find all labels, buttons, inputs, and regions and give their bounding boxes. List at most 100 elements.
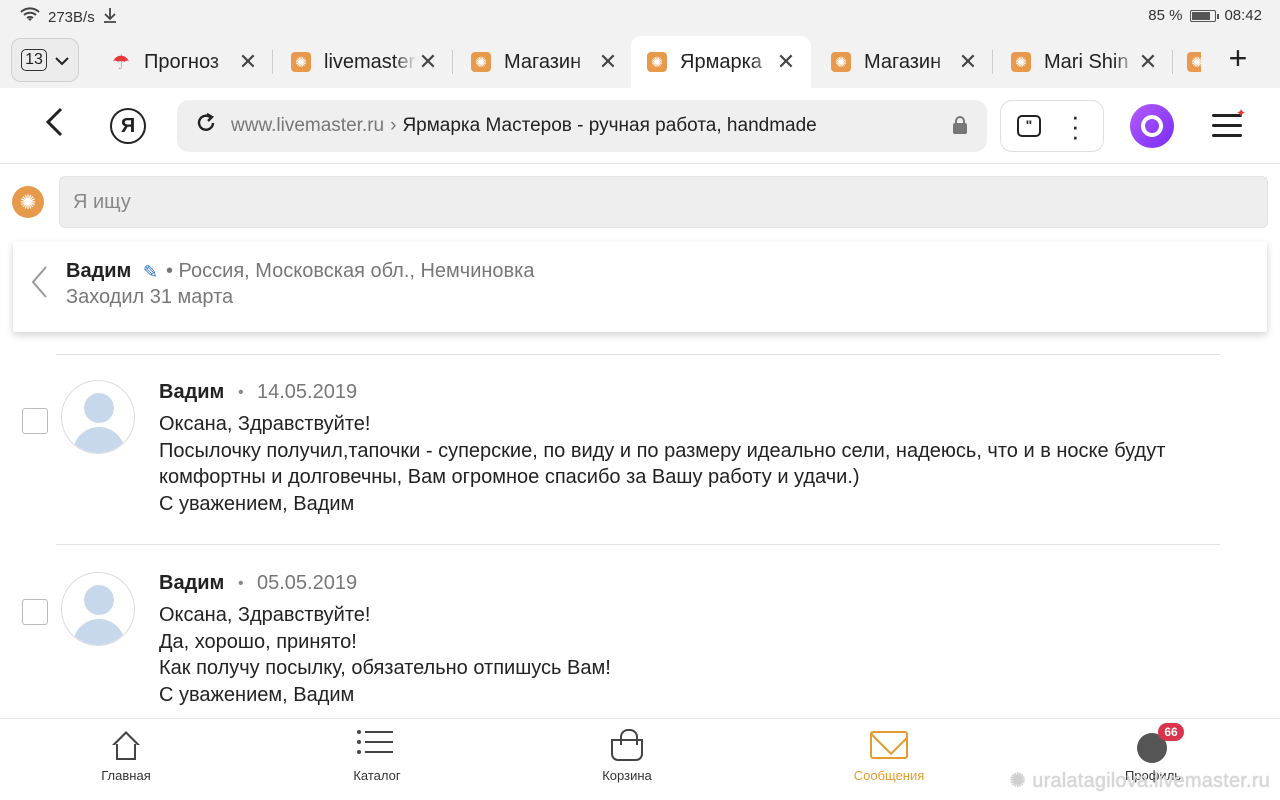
tab-4[interactable]: ✺ Ярмарка ✕ [631,36,811,88]
back-button[interactable] [36,106,72,147]
message-line: Посылочку получил,тапочки - суперские, п… [159,439,1166,489]
tab-switcher-button[interactable]: 13 [11,38,79,82]
home-icon [110,731,142,761]
battery-percent: 85 % [1148,7,1183,24]
shopping-bag-icon [611,729,643,761]
network-speed: 273B/s [48,8,95,26]
livemaster-icon: ✺ [1187,52,1201,72]
nav-home[interactable]: Главная [66,719,186,800]
close-tab-icon[interactable]: ✕ [775,49,797,75]
tab-6[interactable]: ✺ Mari Shin ✕ [995,36,1173,88]
tab-title: Mari Shin [1044,50,1129,73]
message-line: Да, хорошо, принято! [159,630,357,653]
message-date: 14.05.2019 [257,381,358,403]
nav-catalog-label: Каталог [353,768,401,783]
site-search-row: ✺ [0,164,1280,240]
message-dot: • [238,575,244,592]
site-search-input[interactable] [59,176,1268,228]
tab-title: Магазин [504,50,582,73]
message-text: Оксана, Здравствуйте! Посылочку получил,… [159,411,1219,517]
quote-icon[interactable]: " [1017,115,1041,137]
close-tab-icon[interactable]: ✕ [1137,49,1159,75]
chevron-down-icon [55,50,69,71]
download-icon [103,7,117,27]
battery-icon [1190,9,1220,22]
address-bar[interactable]: www.livemaster.ru › Ярмарка Мастеров - р… [177,100,987,152]
nav-home-label: Главная [101,768,151,783]
message-divider [56,544,1220,545]
yandex-icon: Я [120,114,136,137]
close-tab-icon[interactable]: ✕ [957,49,979,75]
message-line: С уважением, Вадим [159,492,355,515]
tab-overflow[interactable]: ✺ [1171,36,1201,88]
alice-assistant-button[interactable] [1130,104,1174,148]
tab-3[interactable]: ✺ Магазин ✕ [455,36,633,88]
tab-strip: 13 ☂ Прогноз ✕ ✺ livemaster ✕ ✺ Магазин ✕ ✺ Ярмарк… [0,32,1280,88]
livemaster-icon: ✺ [1011,52,1031,72]
toolbar-actions: " · · · [1000,100,1104,152]
url-host: www.livemaster.ru [231,115,385,136]
clock: 08:42 [1224,7,1262,24]
lock-icon[interactable] [953,116,967,134]
watermark-text: uralatagilova.livemaster.ru [1032,770,1270,792]
tab-count: 13 [21,49,47,71]
message-author[interactable]: Вадим [159,381,224,404]
pencil-icon[interactable]: ✎ [143,262,158,283]
contact-location: • Россия, Московская обл., Немчиновка [166,260,535,282]
tab-title: livemaster [324,50,416,73]
message-list: Вадим • 14.05.2019 Оксана, Здравствуйте!… [0,332,1280,718]
message-line: Оксана, Здравствуйте! [159,604,371,626]
more-options-icon[interactable]: · · · [1071,103,1080,149]
livemaster-icon: ✺ [291,52,311,72]
message-author[interactable]: Вадим [159,572,224,595]
message-dot: • [238,384,244,401]
tab-1[interactable]: ☂ Прогноз ✕ [95,36,273,88]
message-text: Оксана, Здравствуйте! Да, хорошо, принят… [159,602,1219,708]
dialog-header: Вадим ✎ • Россия, Московская обл., Немчи… [13,242,1267,332]
avatar[interactable] [61,572,135,646]
browser-toolbar: Я www.livemaster.ru › Ярмарка Мастеров -… [0,88,1280,164]
tab-5[interactable]: ✺ Магазин ✕ [815,36,993,88]
url-page-title: Ярмарка Мастеров - ручная работа, handma… [402,115,817,136]
envelope-icon [870,731,908,759]
nav-messages-label: Сообщения [853,768,925,783]
avatar[interactable] [61,380,135,454]
nav-cart-label: Корзина [602,768,652,783]
plus-icon: + [1228,40,1248,76]
contact-name[interactable]: Вадим [66,260,131,283]
reload-icon[interactable] [195,112,217,141]
watermark-logo-icon: ✺ [1009,770,1027,792]
yandex-logo-button[interactable]: Я [110,108,146,144]
profile-badge: 66 [1158,723,1184,741]
message-line: Оксана, Здравствуйте! [159,413,371,435]
status-bar: 273B/s 85 % 08:42 [0,0,1280,32]
url-separator: › [390,115,397,136]
tab-2[interactable]: ✺ livemaster ✕ [275,36,453,88]
nav-cart[interactable]: Корзина [567,719,687,800]
last-seen: Заходил 31 марта [66,286,234,308]
chevron-left-icon [31,266,47,298]
chevron-left-icon [45,107,63,137]
message-checkbox[interactable] [22,599,48,625]
close-tab-icon[interactable]: ✕ [237,49,259,75]
livemaster-icon: ✺ [471,52,491,72]
livemaster-icon: ✺ [831,52,851,72]
message-checkbox[interactable] [22,408,48,434]
new-tab-button[interactable]: + [1218,40,1258,77]
hamburger-menu-icon[interactable]: ✦ [1212,106,1246,144]
close-tab-icon[interactable]: ✕ [597,49,619,75]
tab-title: Магазин [864,50,942,73]
livemaster-icon: ✺ [647,52,667,72]
nav-catalog[interactable]: Каталог [317,719,437,800]
nav-messages[interactable]: Сообщения [829,719,949,800]
message-line: Как получу посылку, обязательно отпишусь… [159,657,611,679]
tab-title: Ярмарка [680,50,762,73]
livemaster-logo-icon[interactable]: ✺ [12,186,44,218]
close-tab-icon[interactable]: ✕ [417,49,439,75]
list-icon [357,730,393,761]
message-line: С уважением, Вадим [159,683,355,706]
message-divider [56,354,1220,355]
dialog-back-button[interactable] [29,264,49,309]
notification-spark-icon: ✦ [1235,106,1246,120]
tab-title: Прогноз [144,50,220,73]
